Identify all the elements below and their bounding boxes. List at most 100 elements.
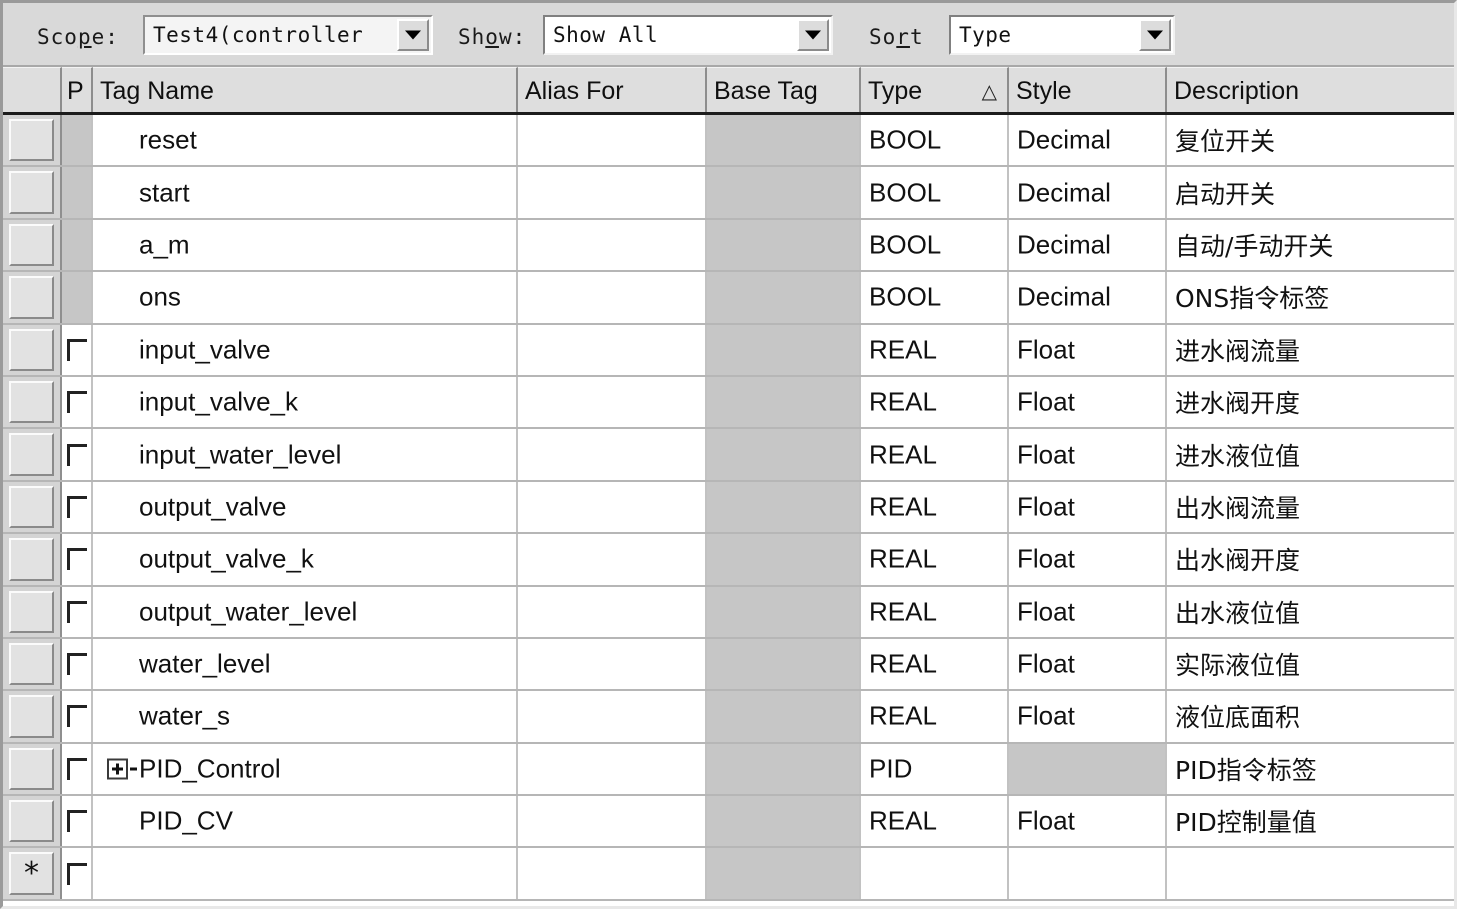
- base-tag-cell[interactable]: [707, 481, 861, 533]
- base-tag-cell[interactable]: [707, 272, 861, 323]
- p-column-cell[interactable]: [62, 167, 93, 218]
- column-header-style[interactable]: Style: [1009, 67, 1167, 112]
- row-selector-cell[interactable]: [3, 534, 62, 585]
- table-row[interactable]: PID_CV REAL Float PID控制量值: [3, 796, 1454, 849]
- checkbox-unchecked-icon[interactable]: [67, 495, 87, 518]
- column-header-p[interactable]: P: [62, 67, 93, 112]
- base-tag-cell[interactable]: [707, 691, 861, 742]
- style-cell[interactable]: Float: [1009, 429, 1167, 480]
- tag-name-cell[interactable]: reset: [93, 115, 518, 166]
- table-row[interactable]: ons BOOL Decimal ONS指令标签: [3, 272, 1454, 325]
- row-selector-button[interactable]: [9, 380, 54, 424]
- column-header-selector[interactable]: [3, 67, 62, 112]
- checkbox-unchecked-icon[interactable]: [67, 443, 87, 466]
- type-cell[interactable]: [861, 848, 1009, 899]
- row-selector-button[interactable]: [9, 223, 54, 267]
- base-tag-cell[interactable]: [707, 429, 861, 480]
- table-row[interactable]: water_level REAL Float 实际液位值: [3, 638, 1454, 692]
- row-selector-cell[interactable]: [3, 481, 62, 533]
- type-cell[interactable]: BOOL: [861, 272, 1009, 323]
- type-cell[interactable]: REAL: [861, 796, 1009, 847]
- description-cell[interactable]: 复位开关: [1167, 115, 1454, 166]
- column-header-alias-for[interactable]: Alias For: [518, 67, 707, 112]
- p-column-cell[interactable]: [62, 481, 93, 533]
- type-cell[interactable]: REAL: [861, 534, 1009, 585]
- alias-for-cell[interactable]: [518, 691, 707, 742]
- row-selector-cell[interactable]: [3, 272, 62, 323]
- p-column-cell[interactable]: [62, 376, 93, 428]
- row-selector-button[interactable]: [9, 171, 54, 214]
- column-header-description[interactable]: Description: [1167, 67, 1454, 112]
- row-selector-cell[interactable]: [3, 691, 62, 742]
- row-selector-button[interactable]: [9, 328, 54, 371]
- type-cell[interactable]: REAL: [861, 638, 1009, 690]
- alias-for-cell[interactable]: [518, 219, 707, 271]
- row-selector-button[interactable]: *: [9, 852, 54, 895]
- column-header-base-tag[interactable]: Base Tag: [707, 67, 861, 112]
- type-cell[interactable]: PID: [861, 743, 1009, 795]
- style-cell[interactable]: Float: [1009, 324, 1167, 375]
- p-column-cell[interactable]: [62, 848, 93, 899]
- alias-for-cell[interactable]: [518, 429, 707, 480]
- row-selector-button[interactable]: [9, 485, 54, 529]
- base-tag-cell[interactable]: [707, 586, 861, 637]
- table-row[interactable]: output_valve_k REAL Float 出水阀开度: [3, 534, 1454, 587]
- p-column-cell[interactable]: [62, 115, 93, 166]
- p-column-cell[interactable]: [62, 219, 93, 271]
- style-cell[interactable]: [1009, 848, 1167, 899]
- row-selector-cell[interactable]: [3, 796, 62, 847]
- row-selector-cell[interactable]: [3, 167, 62, 218]
- checkbox-unchecked-icon[interactable]: [67, 653, 87, 676]
- base-tag-cell[interactable]: [707, 115, 861, 166]
- type-cell[interactable]: REAL: [861, 429, 1009, 480]
- type-cell[interactable]: REAL: [861, 586, 1009, 637]
- p-column-cell[interactable]: [62, 586, 93, 637]
- style-cell[interactable]: Float: [1009, 796, 1167, 847]
- style-cell[interactable]: Float: [1009, 586, 1167, 637]
- alias-for-cell[interactable]: [518, 324, 707, 375]
- table-row[interactable]: input_water_level REAL Float 进水液位值: [3, 429, 1454, 482]
- style-cell[interactable]: Decimal: [1009, 272, 1167, 323]
- type-cell[interactable]: REAL: [861, 324, 1009, 375]
- style-cell[interactable]: Decimal: [1009, 219, 1167, 271]
- alias-for-cell[interactable]: [518, 534, 707, 585]
- column-header-type[interactable]: Type △: [861, 67, 1009, 112]
- show-dropdown-button[interactable]: [797, 19, 829, 51]
- tag-name-cell[interactable]: ons: [93, 272, 518, 323]
- style-cell[interactable]: Decimal: [1009, 167, 1167, 218]
- tag-name-cell[interactable]: water_level: [93, 638, 518, 690]
- alias-for-cell[interactable]: [518, 272, 707, 323]
- description-cell[interactable]: 进水液位值: [1167, 429, 1454, 480]
- p-column-cell[interactable]: [62, 429, 93, 480]
- checkbox-unchecked-icon[interactable]: [67, 862, 87, 885]
- style-cell[interactable]: Float: [1009, 481, 1167, 533]
- alias-for-cell[interactable]: [518, 115, 707, 166]
- table-row[interactable]: reset BOOL Decimal 复位开关: [3, 115, 1454, 168]
- p-column-cell[interactable]: [62, 272, 93, 323]
- style-cell[interactable]: Float: [1009, 691, 1167, 742]
- base-tag-cell[interactable]: [707, 534, 861, 585]
- style-cell[interactable]: Decimal: [1009, 115, 1167, 166]
- base-tag-cell[interactable]: [707, 324, 861, 375]
- table-row[interactable]: input_valve_k REAL Float 进水阀开度: [3, 376, 1454, 430]
- tag-name-cell[interactable]: water_s: [93, 691, 518, 742]
- p-column-cell[interactable]: [62, 324, 93, 375]
- tag-name-cell[interactable]: PID_CV: [93, 796, 518, 847]
- description-cell[interactable]: 出水阀开度: [1167, 534, 1454, 585]
- style-cell[interactable]: [1009, 743, 1167, 795]
- row-selector-cell[interactable]: [3, 586, 62, 637]
- p-column-cell[interactable]: [62, 743, 93, 795]
- row-selector-cell[interactable]: [3, 324, 62, 375]
- description-cell[interactable]: 自动/手动开关: [1167, 219, 1454, 271]
- row-selector-cell[interactable]: [3, 219, 62, 271]
- table-row[interactable]: start BOOL Decimal 启动开关: [3, 167, 1454, 220]
- description-cell[interactable]: 出水液位值: [1167, 586, 1454, 637]
- p-column-cell[interactable]: [62, 534, 93, 585]
- expand-plus-icon[interactable]: [107, 758, 128, 780]
- scope-dropdown-button[interactable]: [397, 19, 429, 51]
- base-tag-cell[interactable]: [707, 376, 861, 428]
- table-row[interactable]: output_water_level REAL Float 出水液位值: [3, 586, 1454, 639]
- checkbox-unchecked-icon[interactable]: [67, 810, 87, 833]
- type-cell[interactable]: REAL: [861, 691, 1009, 742]
- show-combobox[interactable]: Show All: [543, 15, 833, 55]
